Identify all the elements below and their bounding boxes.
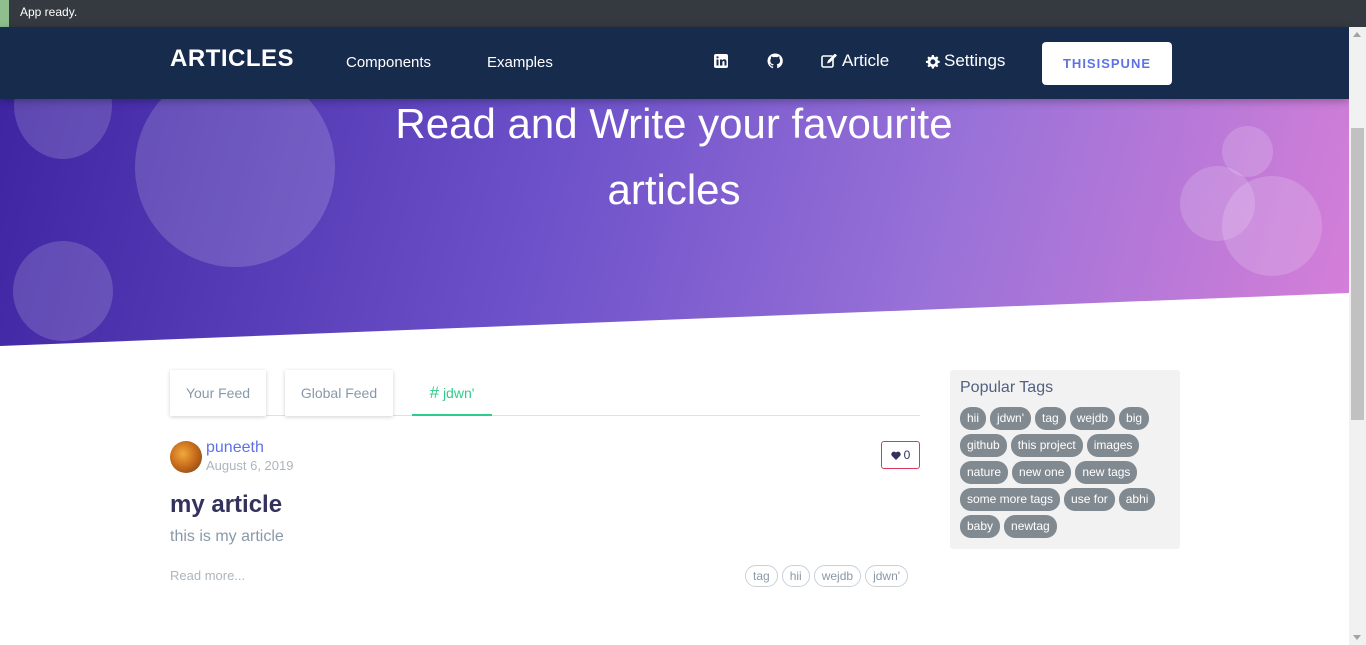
popular-tag[interactable]: nature — [960, 461, 1009, 484]
scrollbar-thumb[interactable] — [1351, 128, 1364, 420]
favorite-count: 0 — [903, 448, 911, 462]
popular-tag[interactable]: github — [960, 434, 1007, 457]
hero-decor-circle — [13, 241, 113, 341]
popular-tag[interactable]: abhi — [1118, 488, 1156, 511]
popular-tag[interactable]: this project — [1010, 434, 1083, 457]
scroll-up-arrow[interactable] — [1353, 32, 1361, 37]
nav-link-examples[interactable]: Examples — [487, 54, 553, 71]
favorite-button[interactable]: 0 — [881, 441, 920, 469]
tab-global-feed[interactable]: Global Feed — [285, 370, 393, 416]
nav-article-link[interactable]: Article — [821, 51, 889, 71]
popular-tag[interactable]: some more tags — [960, 488, 1061, 511]
hero-decor-circle — [1222, 176, 1322, 276]
tab-tag-feed[interactable]: # jdwn' — [412, 370, 492, 416]
tab-your-feed[interactable]: Your Feed — [170, 370, 266, 416]
popular-tag[interactable]: images — [1086, 434, 1140, 457]
gear-icon — [925, 54, 940, 69]
author-avatar[interactable] — [170, 441, 202, 473]
read-more-link[interactable]: Read more... — [170, 568, 245, 583]
tab-tag-feed-label: jdwn' — [442, 385, 475, 401]
brand-logo[interactable]: ARTICLES — [170, 45, 294, 73]
article-tag-list: tag hii wejdb jdwn' — [745, 565, 909, 587]
popular-tag-cloud: hii jdwn' tag wejdb big github this proj… — [960, 407, 1175, 538]
status-indicator — [0, 0, 9, 27]
popular-tag[interactable]: wejdb — [1069, 407, 1116, 430]
article-tag[interactable]: tag — [745, 565, 778, 587]
nav-article-label: Article — [842, 51, 890, 70]
article-date: August 6, 2019 — [206, 458, 294, 473]
popular-tag[interactable]: jdwn' — [990, 407, 1031, 430]
user-profile-button[interactable]: THISISPUNE — [1042, 42, 1172, 85]
popular-tag[interactable]: use for — [1064, 488, 1115, 511]
article-tag[interactable]: wejdb — [813, 565, 862, 587]
linkedin-icon[interactable] — [713, 53, 729, 69]
tabs-divider — [170, 415, 920, 416]
status-text: App ready. — [20, 5, 78, 19]
article-tag[interactable]: jdwn' — [865, 565, 909, 587]
hero-title: Read and Write your favourite articles — [334, 91, 1014, 223]
scroll-down-arrow[interactable] — [1353, 635, 1361, 640]
top-navbar: ARTICLES Components Examples Article Set… — [0, 27, 1349, 99]
popular-tags-sidebar: Popular Tags hii jdwn' tag wejdb big git… — [950, 370, 1180, 549]
popular-tag[interactable]: baby — [960, 515, 1001, 538]
popular-tag[interactable]: tag — [1035, 407, 1066, 430]
sidebar-title: Popular Tags — [960, 379, 1054, 396]
popular-tag[interactable]: new tags — [1075, 461, 1138, 484]
author-name[interactable]: puneeth — [206, 439, 264, 457]
page-scrollbar[interactable] — [1349, 27, 1366, 645]
github-icon[interactable] — [767, 53, 783, 69]
article-description: this is my article — [170, 528, 284, 545]
article-tag[interactable]: hii — [781, 565, 810, 587]
hash-icon: # — [429, 383, 440, 402]
heart-icon — [890, 451, 901, 460]
nav-link-components[interactable]: Components — [346, 54, 431, 71]
popular-tag[interactable]: big — [1119, 407, 1150, 430]
nav-settings-link[interactable]: Settings — [925, 51, 1005, 71]
article-title[interactable]: my article — [170, 491, 282, 519]
popular-tag[interactable]: hii — [960, 407, 987, 430]
edit-icon — [821, 53, 837, 68]
status-bar: App ready. — [0, 0, 1366, 27]
hero-title-line-2: articles — [607, 166, 741, 213]
popular-tag[interactable]: newtag — [1004, 515, 1057, 538]
nav-settings-label: Settings — [944, 51, 1006, 70]
popular-tag[interactable]: new one — [1012, 461, 1072, 484]
hero-title-line-1: Read and Write your favourite — [395, 100, 953, 147]
